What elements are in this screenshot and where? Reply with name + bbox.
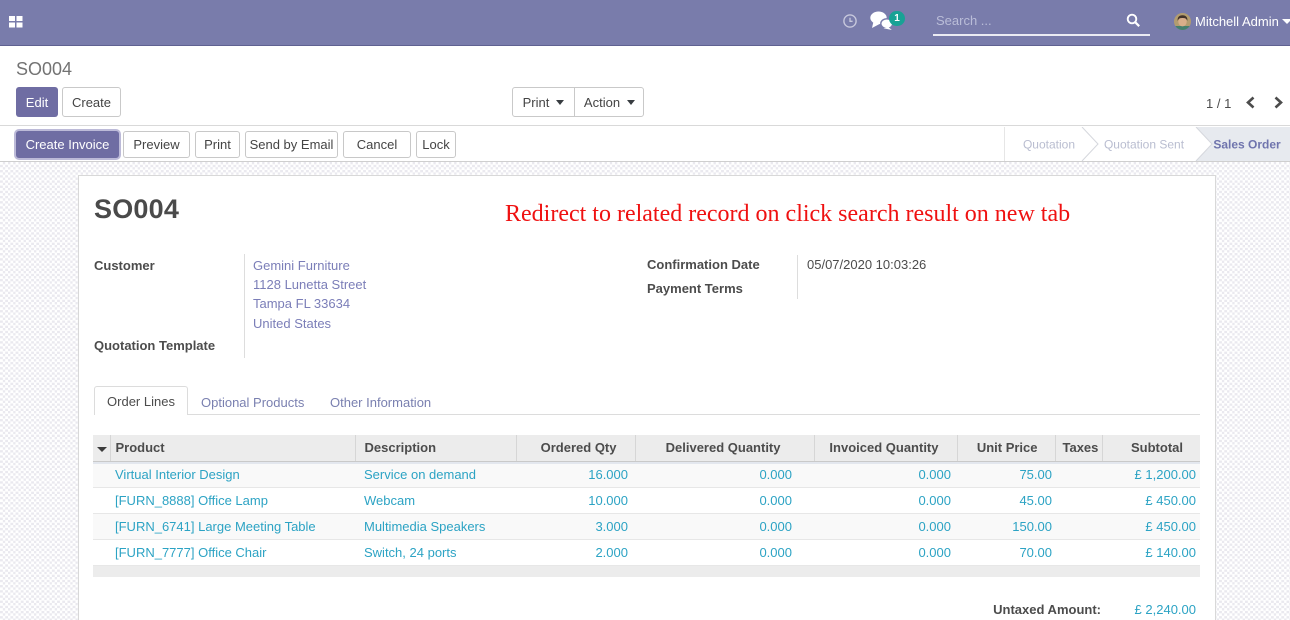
svg-text:Sales Order: Sales Order	[1213, 138, 1281, 152]
svg-text:Quotation: Quotation	[1023, 138, 1075, 152]
svg-text:Quotation Sent: Quotation Sent	[1104, 138, 1185, 152]
